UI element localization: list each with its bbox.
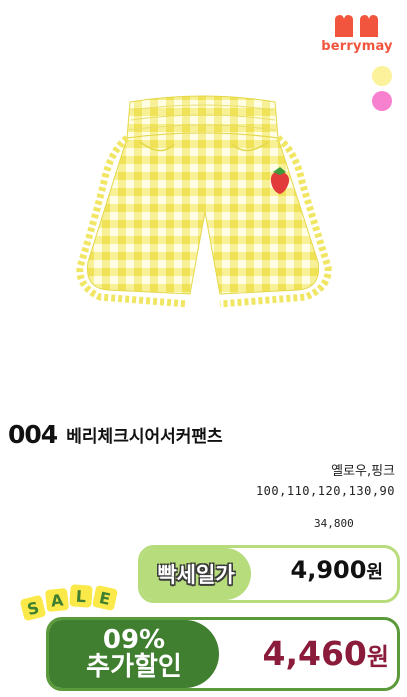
sale-label-tag: 빡세일가 (141, 548, 251, 600)
discount-tag: 09% 추가할인 (49, 620, 219, 688)
discount-label: 추가할인 (86, 652, 182, 682)
final-price-currency: 원 (366, 643, 389, 671)
product-sizes: 100,110,120,130,90 (255, 484, 395, 498)
final-price: 4,460원 (263, 634, 389, 673)
logo-mark-icon (335, 15, 378, 37)
product-title: 004 베리체크시어서커팬츠 (8, 420, 223, 452)
product-number: 004 (8, 420, 58, 449)
color-swatch-pink[interactable] (372, 91, 392, 111)
sale-price-currency: 원 (366, 562, 383, 583)
product-colors: 옐로우,핑크 (331, 464, 395, 479)
sale-letter-s: S (19, 594, 47, 622)
sale-label: 빡세일가 (157, 563, 235, 587)
sale-letter-l: L (69, 584, 93, 608)
sale-letter-e: E (91, 584, 119, 612)
original-price: 34,800 (314, 517, 354, 530)
brand-name: berrymay (321, 39, 393, 54)
sale-price-value: 4,900 (290, 556, 367, 584)
discount-percent: 09% (102, 624, 166, 655)
sale-letter-a: A (44, 587, 70, 613)
sale-price: 4,900원 (291, 556, 383, 584)
discount-price-box: 09% 추가할인 4,460원 (46, 617, 400, 691)
sale-price-box: 빡세일가 4,900원 (138, 545, 400, 603)
color-swatch-yellow[interactable] (372, 66, 392, 86)
product-name: 베리체크시어서커팬츠 (66, 427, 223, 447)
brand-logo: berrymay (316, 14, 398, 58)
sale-sticker: S A L E (19, 584, 122, 625)
product-image (76, 95, 332, 308)
final-price-value: 4,460 (262, 634, 367, 673)
